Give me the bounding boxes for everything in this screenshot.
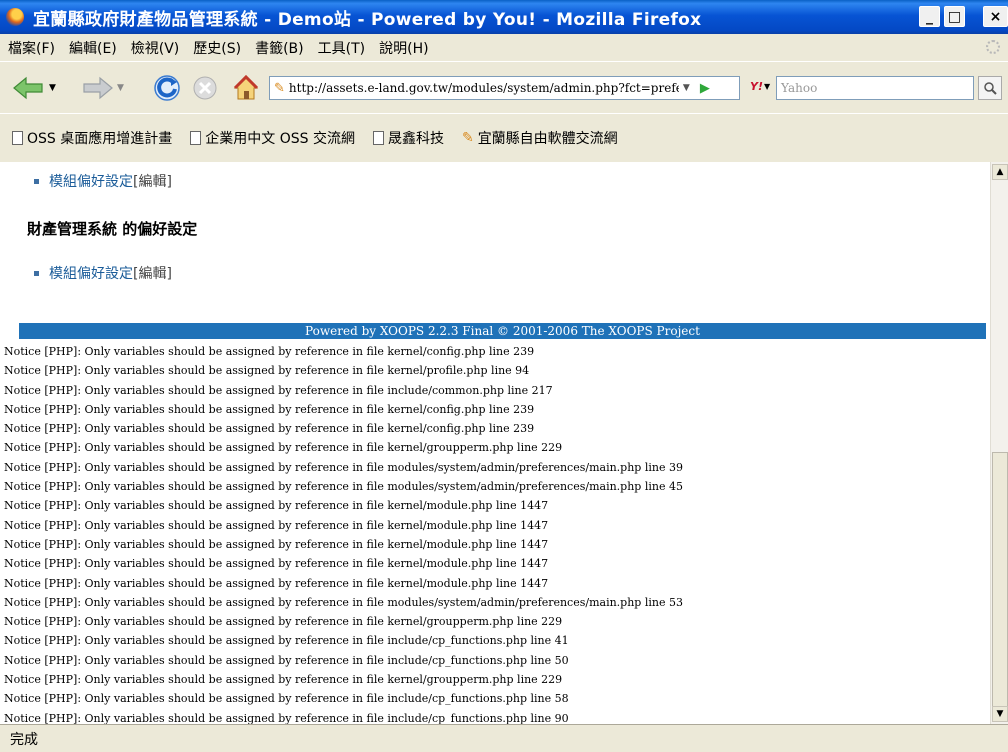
bookmark-label: 宜蘭縣自由軟體交流網 (477, 131, 618, 147)
bullet-icon (34, 270, 39, 276)
bookmark-chenxin[interactable]: 晟鑫科技 (372, 128, 444, 148)
php-notice: Notice [PHP]: Only variables should be a… (4, 383, 553, 397)
forward-dropdown-icon[interactable]: ▼ (117, 83, 124, 93)
stop-button[interactable] (192, 74, 218, 102)
vertical-scrollbar[interactable]: ▲ ▼ (990, 162, 1008, 724)
bookmarks-toolbar: OSS 桌面應用增進計畫 企業用中文 OSS 交流網 晟鑫科技 ✎ 宜蘭縣自由軟體… (0, 113, 1008, 163)
close-button[interactable]: × (983, 6, 1008, 27)
url-text[interactable]: http://assets.e-land.gov.tw/modules/syst… (289, 81, 679, 95)
site-favicon: ✎ (274, 80, 285, 96)
php-notice: Notice [PHP]: Only variables should be a… (4, 460, 683, 474)
php-notice: Notice [PHP]: Only variables should be a… (4, 711, 569, 724)
back-dropdown-icon[interactable]: ▼ (49, 83, 56, 93)
go-button[interactable]: ▶ (700, 81, 710, 96)
php-notice: Notice [PHP]: Only variables should be a… (4, 576, 549, 590)
scroll-up-button[interactable]: ▲ (992, 164, 1008, 180)
navigation-toolbar: ▼ ▼ ✎ http://assets.e-land.gov.tw/module… (0, 61, 1008, 114)
search-engine-selector[interactable]: Y! ▼ (750, 80, 770, 93)
php-notice: Notice [PHP]: Only variables should be a… (4, 480, 683, 494)
back-arrow-icon (13, 76, 43, 100)
home-button[interactable] (232, 74, 260, 102)
menu-view[interactable]: 檢視(V) (131, 38, 180, 58)
php-notice: Notice [PHP]: Only variables should be a… (4, 364, 530, 378)
php-notice: Notice [PHP]: Only variables should be a… (4, 402, 535, 416)
status-bar: 完成 (0, 724, 1008, 752)
menu-help[interactable]: 說明(H) (379, 38, 428, 58)
url-history-dropdown-icon[interactable]: ▼ (683, 83, 690, 93)
throbber-icon (986, 40, 1000, 54)
page-icon (12, 131, 23, 145)
minimize-button[interactable]: _ (919, 6, 940, 27)
php-notice: Notice [PHP]: Only variables should be a… (4, 692, 569, 706)
php-notice: Notice [PHP]: Only variables should be a… (4, 537, 549, 551)
php-notice: Notice [PHP]: Only variables should be a… (4, 422, 535, 436)
list-item: 模組偏好設定 [編輯] (34, 263, 172, 283)
php-notice: Notice [PHP]: Only variables should be a… (4, 518, 549, 532)
reload-icon (154, 75, 180, 101)
reload-button[interactable] (152, 74, 182, 102)
bookmark-enterprise-oss[interactable]: 企業用中文 OSS 交流網 (190, 128, 355, 148)
php-notice: Notice [PHP]: Only variables should be a… (4, 499, 549, 513)
magnifier-icon (984, 82, 997, 95)
menu-bar: 檔案(F) 編輯(E) 檢視(V) 歷史(S) 書籤(B) 工具(T) 說明(H… (0, 34, 1008, 61)
php-notice: Notice [PHP]: Only variables should be a… (4, 673, 563, 687)
php-notice: Notice [PHP]: Only variables should be a… (4, 653, 569, 667)
bookmark-oss-desktop[interactable]: OSS 桌面應用增進計畫 (12, 128, 172, 148)
menu-edit[interactable]: 編輯(E) (69, 38, 117, 58)
pen-favicon-icon: ✎ (461, 130, 474, 146)
forward-button[interactable]: ▼ (80, 74, 124, 102)
forward-arrow-icon (83, 76, 113, 100)
module-preferences-link[interactable]: 模組偏好設定 (49, 171, 133, 191)
php-notice: Notice [PHP]: Only variables should be a… (4, 595, 683, 609)
title-bar: 宜蘭縣政府財產物品管理系統 - Demo站 - Powered by You! … (0, 0, 1008, 34)
section-heading: 財產管理系統 的偏好設定 (27, 220, 198, 238)
bookmark-yilan-free-software[interactable]: ✎ 宜蘭縣自由軟體交流網 (462, 128, 618, 148)
php-notice: Notice [PHP]: Only variables should be a… (4, 441, 563, 455)
xoops-footer: Powered by XOOPS 2.2.3 Final © 2001-2006… (19, 323, 986, 339)
stop-icon (193, 76, 217, 100)
menu-history[interactable]: 歷史(S) (193, 38, 241, 58)
home-icon (233, 74, 259, 100)
scroll-down-button[interactable]: ▼ (992, 706, 1008, 722)
page-content: 模組偏好設定 [編輯] 財產管理系統 的偏好設定 模組偏好設定 [編輯] Pow… (0, 162, 990, 724)
engine-dropdown-icon: ▼ (763, 82, 771, 91)
edit-link[interactable]: [編輯] (133, 263, 172, 283)
url-bar[interactable]: ✎ http://assets.e-land.gov.tw/modules/sy… (269, 76, 740, 100)
search-placeholder: Yahoo (781, 81, 818, 95)
search-button[interactable] (978, 76, 1002, 100)
page-icon (372, 131, 384, 145)
bookmark-label: 晟鑫科技 (387, 131, 444, 147)
menu-bookmarks[interactable]: 書籤(B) (255, 38, 304, 58)
php-notice: Notice [PHP]: Only variables should be a… (4, 634, 569, 648)
firefox-icon (6, 8, 24, 26)
back-button[interactable]: ▼ (12, 74, 56, 102)
module-preferences-link[interactable]: 模組偏好設定 (49, 263, 133, 283)
bullet-icon (34, 178, 39, 184)
yahoo-engine-icon: Y! (750, 80, 763, 93)
php-notice: Notice [PHP]: Only variables should be a… (4, 345, 535, 358)
php-notice-list: Notice [PHP]: Only variables should be a… (4, 342, 989, 724)
bookmark-label: OSS 桌面應用增進計畫 (27, 131, 173, 147)
menu-tools[interactable]: 工具(T) (318, 38, 365, 58)
search-box[interactable]: Yahoo (776, 76, 974, 100)
maximize-button[interactable]: □ (944, 6, 965, 27)
status-text: 完成 (10, 731, 38, 748)
window-title: 宜蘭縣政府財產物品管理系統 - Demo站 - Powered by You! … (33, 9, 702, 30)
page-icon (190, 131, 202, 145)
scroll-thumb[interactable] (992, 452, 1008, 722)
bookmark-label: 企業用中文 OSS 交流網 (205, 131, 355, 147)
menu-file[interactable]: 檔案(F) (8, 38, 55, 58)
list-item: 模組偏好設定 [編輯] (34, 171, 172, 191)
php-notice: Notice [PHP]: Only variables should be a… (4, 557, 549, 571)
edit-link[interactable]: [編輯] (133, 171, 172, 191)
php-notice: Notice [PHP]: Only variables should be a… (4, 615, 563, 629)
